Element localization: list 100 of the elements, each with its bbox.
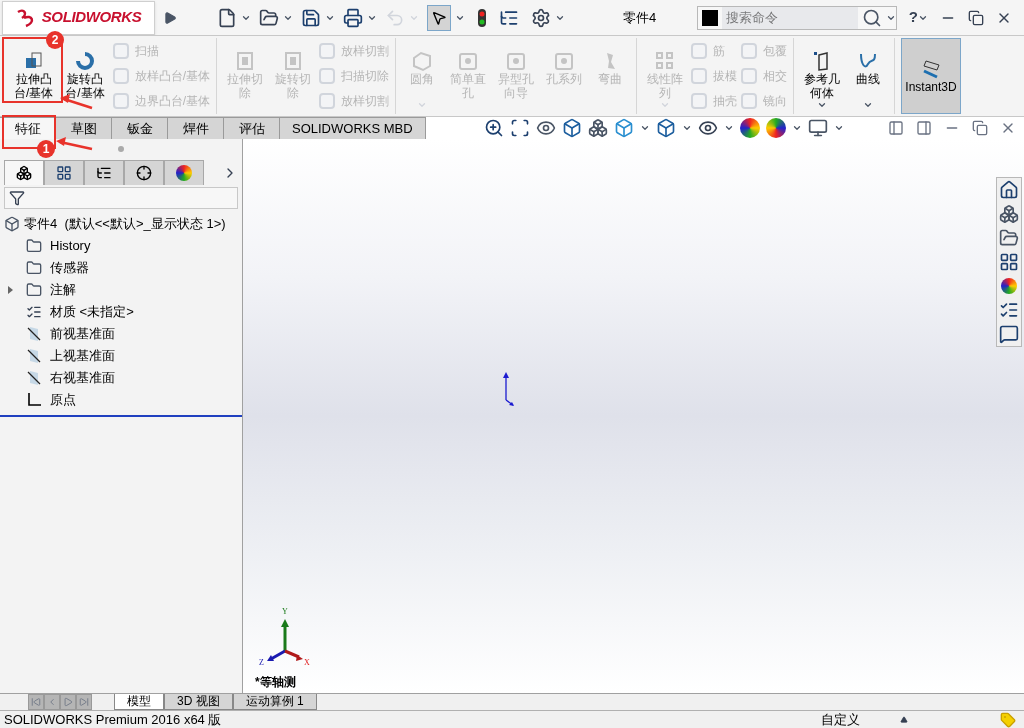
file-explorer-icon[interactable] [999, 228, 1019, 248]
pointer-arrow [56, 137, 93, 151]
previous-view-icon[interactable] [535, 118, 556, 138]
instant3d-toggle-button[interactable]: Instant3D [901, 38, 962, 114]
feature-icon [112, 68, 129, 84]
tree-item-label[interactable]: 注解 [50, 280, 76, 300]
part-icon [4, 216, 20, 232]
plane-icon [26, 370, 42, 386]
panel-tab[interactable] [44, 160, 84, 185]
feature-icon [112, 43, 129, 59]
x-axis-label: X [304, 659, 310, 667]
command-tab[interactable]: 钣金 [112, 117, 168, 139]
appearances-icon[interactable] [1001, 278, 1017, 294]
dropdown-caret-icon[interactable] [833, 123, 844, 133]
ribbon-large-button[interactable]: 参考几 何体 [800, 50, 845, 114]
tree-item-label[interactable]: 前视基准面 [50, 324, 115, 344]
model-tab[interactable]: 3D 视图 [164, 694, 233, 710]
panel-right-icon[interactable] [916, 120, 932, 136]
home-icon[interactable] [999, 180, 1019, 200]
section-view-icon[interactable] [561, 118, 582, 138]
graphics-viewport[interactable]: Y Z X *等轴测 [243, 139, 1024, 693]
feature-icon [741, 68, 758, 84]
model-tab[interactable]: 模型 [114, 694, 164, 710]
settings-icon[interactable] [531, 7, 551, 28]
monitor-icon[interactable] [807, 118, 828, 138]
command-tab[interactable]: 特征 [0, 117, 56, 139]
panel-left-icon[interactable] [888, 120, 904, 136]
dropdown-caret-icon[interactable] [639, 123, 650, 133]
display-style-icon[interactable] [655, 118, 676, 138]
tree-item-label[interactable]: 上视基准面 [50, 346, 115, 366]
zoom-to-fit-icon[interactable] [483, 118, 504, 138]
pointer-icon [431, 9, 447, 26]
new-file-icon[interactable] [217, 7, 237, 28]
feature-icon [319, 43, 336, 59]
status-text: SOLIDWORKS Premium 2016 x64 版 [3, 710, 222, 728]
panel-tab[interactable] [84, 160, 124, 185]
hole-feature-icon [553, 50, 576, 72]
expand-menu-icon[interactable] [163, 10, 177, 25]
dropdown-caret-icon[interactable] [723, 123, 734, 133]
appearance-icon[interactable] [739, 118, 760, 138]
window-title: 零件4 [623, 8, 657, 27]
logo-text: SOLIDWORKS [41, 7, 142, 28]
color-wheel-icon [176, 165, 192, 181]
tree-item-label[interactable]: 材质 <未指定> [50, 302, 134, 322]
fillet-feature-icon [411, 50, 434, 72]
dynamic-annotation-icon[interactable] [587, 118, 608, 138]
material-icon [26, 304, 42, 320]
splitter-handle[interactable] [118, 146, 124, 152]
crosshair-icon [136, 165, 152, 181]
view-name-label: *等轴测 [254, 674, 297, 691]
view-palette-icon[interactable] [999, 252, 1019, 272]
zoom-area-icon[interactable] [509, 118, 530, 138]
help-button[interactable]: ? [908, 6, 918, 29]
traffic-light-icon[interactable] [477, 7, 487, 28]
panel-tab[interactable] [164, 160, 204, 185]
feature-icon [691, 68, 708, 84]
print-icon[interactable] [343, 7, 363, 28]
feature-icon [319, 93, 336, 109]
open-folder-icon[interactable] [259, 7, 279, 28]
restore-icon[interactable] [972, 120, 988, 136]
ribbon-large-button[interactable]: 曲线 [848, 50, 889, 114]
revolve-feature-icon [74, 50, 96, 72]
dropdown-caret-icon[interactable] [863, 100, 874, 110]
select-tool-button[interactable] [427, 4, 451, 31]
command-tab[interactable]: 评估 [224, 117, 280, 139]
command-tab[interactable]: 草图 [56, 117, 112, 139]
search-icon[interactable] [861, 7, 882, 28]
hide-show-icon[interactable] [697, 118, 718, 138]
command-tab[interactable]: SOLIDWORKS MBD [280, 117, 426, 139]
folder-icon [26, 238, 42, 254]
forum-icon[interactable] [999, 324, 1019, 344]
tree-item-label[interactable]: 原点 [50, 390, 76, 410]
model-tab[interactable]: 运动算例 1 [232, 694, 317, 710]
search-field[interactable]: 搜索命令 [696, 5, 897, 30]
folder-icon [26, 260, 42, 276]
dropdown-caret-icon[interactable] [817, 100, 828, 110]
scene-icon[interactable] [765, 118, 786, 138]
units-menu-arrow-icon[interactable] [900, 715, 908, 724]
tree-item-label[interactable]: History [50, 236, 91, 256]
tree-root-label[interactable]: 零件4 (默认<<默认>_显示状态 1>) [24, 214, 226, 234]
tree-item-label[interactable]: 传感器 [50, 258, 89, 278]
design-library-icon[interactable] [999, 204, 1019, 224]
dropdown-caret-icon[interactable] [681, 123, 692, 133]
save-icon[interactable] [301, 7, 321, 28]
view-orientation-icon[interactable] [613, 118, 634, 138]
feature-icon [112, 93, 129, 109]
filter-field[interactable] [4, 187, 238, 209]
tree-item-label[interactable]: 右视基准面 [50, 368, 115, 388]
expand-arrow-icon[interactable] [6, 286, 14, 294]
panel-tab[interactable] [4, 160, 44, 185]
origin-marker-icon [501, 372, 515, 406]
restore-icon[interactable] [968, 9, 984, 26]
ribbon-large-button[interactable]: 拉伸凸 台/基体 [10, 50, 58, 114]
z-axis-label: Z [259, 659, 264, 667]
command-tab[interactable]: 焊件 [168, 117, 224, 139]
feature-icon [741, 93, 758, 109]
panel-tab[interactable] [124, 160, 164, 185]
dropdown-caret-icon[interactable] [791, 123, 802, 133]
custom-properties-icon[interactable] [999, 300, 1019, 320]
units-label[interactable]: 自定义 [821, 709, 860, 728]
